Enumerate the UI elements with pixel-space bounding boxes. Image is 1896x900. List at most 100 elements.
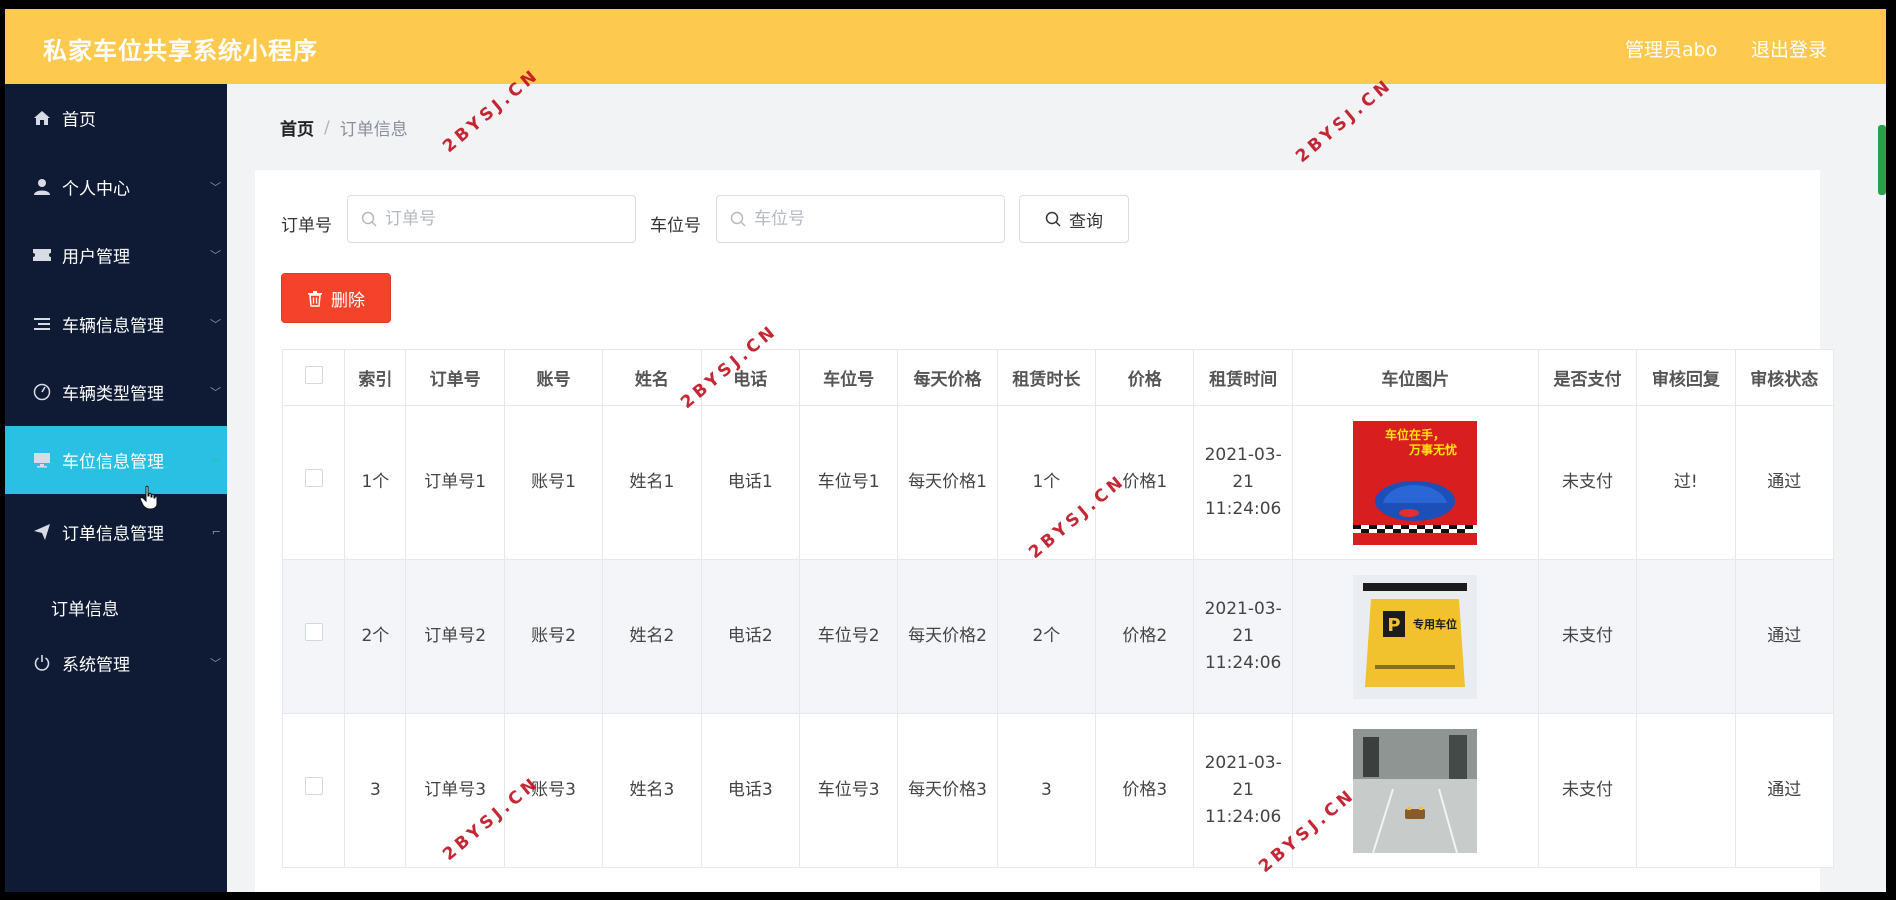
sidebar-item-home[interactable]: 首页: [5, 84, 227, 152]
parking-image-cell: P 专用车位: [1291, 559, 1539, 714]
order-number-field[interactable]: [347, 195, 636, 243]
parking-ad-image[interactable]: 车位在手， 万事无忧: [1353, 420, 1478, 545]
index-cell: 1个: [344, 405, 407, 560]
rental-time-cell: 2021-03-21 11:24:06: [1193, 713, 1293, 868]
account-cell: 账号2: [503, 559, 604, 714]
column-header[interactable]: 订单号: [405, 349, 505, 406]
sidebar-item-profile[interactable]: 个人中心 ﹀: [5, 153, 227, 221]
send-icon: [32, 522, 52, 542]
paid-status-cell: 未支付: [1537, 713, 1638, 868]
search-icon: [1045, 211, 1061, 227]
row-checkbox[interactable]: [304, 623, 323, 641]
chevron-up-icon: ⌐: [211, 525, 221, 539]
price-cell: 价格1: [1095, 405, 1195, 560]
column-header[interactable]: 车位号: [798, 349, 899, 406]
admin-username: 管理员abo: [1625, 39, 1718, 61]
breadcrumb: 首页 / 订单信息: [280, 115, 408, 141]
column-header[interactable]: 账号: [503, 349, 604, 406]
select-all-cell: [281, 349, 346, 406]
sidebar: 首页 个人中心 ﹀ 用户管理 ﹀ 车辆信息管理 ﹀ 车辆类型管理 ﹀ 车位信息管…: [5, 84, 227, 892]
column-header[interactable]: 每天价格: [897, 349, 998, 406]
parking-number-input[interactable]: [754, 209, 974, 229]
column-header[interactable]: 租赁时间: [1193, 349, 1293, 406]
table-row[interactable]: 2个 订单号2 账号2 姓名2 电话2 车位号2 每天价格2 2个 价格2 20…: [281, 559, 1835, 714]
sidebar-subitem-order-info[interactable]: 订单信息: [5, 577, 227, 637]
ticket-icon: [32, 245, 52, 265]
phone-cell: 电话1: [700, 405, 800, 560]
app-title: 私家车位共享系统小程序: [43, 37, 318, 65]
parking-number-cell: 车位号2: [798, 559, 899, 714]
top-header: 私家车位共享系统小程序 管理员abo 退出登录: [5, 9, 1886, 84]
sidebar-item-system[interactable]: 系统管理 ﹀: [5, 629, 227, 697]
table-row[interactable]: 3 订单号3 账号3 姓名3 电话3 车位号3 每天价格3 3 价格3 2021…: [281, 713, 1835, 868]
column-header[interactable]: 租赁时长: [996, 349, 1097, 406]
row-checkbox[interactable]: [304, 777, 323, 795]
sidebar-item-order-management[interactable]: 订单信息管理 ⌐: [5, 498, 227, 566]
sidebar-item-label: 车辆信息管理: [62, 316, 164, 337]
sidebar-item-label: 订单信息管理: [62, 524, 164, 545]
paid-status-cell: 未支付: [1537, 405, 1638, 560]
review-reply-cell: 过!: [1636, 405, 1736, 560]
select-all-checkbox[interactable]: [304, 366, 323, 384]
column-header[interactable]: 价格: [1095, 349, 1195, 406]
table-row[interactable]: 1个 订单号1 账号1 姓名1 电话1 车位号1 每天价格1 1个 价格1 20…: [281, 405, 1835, 560]
row-checkbox[interactable]: [304, 469, 323, 487]
column-header[interactable]: 电话: [700, 349, 800, 406]
trash-icon: [308, 290, 322, 307]
duration-cell: 2个: [996, 559, 1097, 714]
column-header[interactable]: 审核状态: [1734, 349, 1835, 406]
delete-button[interactable]: 删除: [281, 273, 391, 323]
query-button[interactable]: 查询: [1019, 195, 1129, 243]
price-cell: 价格3: [1095, 713, 1195, 868]
chevron-down-icon: ﹀: [210, 181, 221, 194]
sidebar-item-parking-info[interactable]: 车位信息管理 ⌐: [5, 426, 227, 494]
phone-cell: 电话3: [700, 713, 800, 868]
sidebar-item-label: 用户管理: [62, 247, 130, 268]
row-select-cell: [281, 713, 346, 868]
column-header[interactable]: 是否支付: [1537, 349, 1638, 406]
scrollbar-thumb[interactable]: [1878, 125, 1886, 195]
garage-photo-image[interactable]: [1353, 728, 1478, 853]
account-cell: 账号1: [503, 405, 604, 560]
daily-price-cell: 每天价格1: [897, 405, 998, 560]
parking-image-cell: [1291, 713, 1539, 868]
image-caption-1: 车位在手，: [1385, 427, 1445, 442]
query-button-label: 查询: [1069, 211, 1103, 232]
user-icon: [32, 177, 52, 197]
chevron-up-icon: ⌐: [211, 453, 221, 467]
parking-sign-image[interactable]: P 专用车位: [1353, 574, 1478, 699]
order-number-cell: 订单号3: [405, 713, 505, 868]
logout-link[interactable]: 退出登录: [1751, 35, 1827, 62]
review-reply-cell: [1636, 713, 1736, 868]
sidebar-item-label: 车辆类型管理: [62, 384, 164, 405]
column-header[interactable]: 姓名: [602, 349, 702, 406]
column-header[interactable]: 车位图片: [1291, 349, 1539, 406]
orders-table: 索引 订单号 账号 姓名 电话 车位号 每天价格 租赁时长 价格 租赁时间 车位…: [281, 349, 1835, 868]
sidebar-item-vehicle-type[interactable]: 车辆类型管理 ﹀: [5, 358, 227, 426]
parking-image-cell: 车位在手， 万事无忧: [1291, 405, 1539, 560]
sidebar-item-vehicle-info[interactable]: 车辆信息管理 ﹀: [5, 290, 227, 358]
breadcrumb-home[interactable]: 首页: [280, 115, 314, 140]
order-number-input[interactable]: [385, 209, 605, 229]
account-cell: 账号3: [503, 713, 604, 868]
order-number-cell: 订单号1: [405, 405, 505, 560]
sidebar-item-label: 车位信息管理: [62, 452, 164, 473]
review-reply-cell: [1636, 559, 1736, 714]
vertical-scrollbar[interactable]: [1873, 84, 1886, 892]
list-icon: [32, 314, 52, 334]
sidebar-item-users[interactable]: 用户管理 ﹀: [5, 221, 227, 289]
daily-price-cell: 每天价格3: [897, 713, 998, 868]
table-header-row: 索引 订单号 账号 姓名 电话 车位号 每天价格 租赁时长 价格 租赁时间 车位…: [281, 349, 1835, 406]
chevron-down-icon: ﹀: [210, 318, 221, 331]
column-header[interactable]: 索引: [344, 349, 407, 406]
hand-cursor-icon: [139, 485, 158, 510]
duration-cell: 1个: [996, 405, 1097, 560]
review-status-cell: 通过: [1734, 559, 1835, 714]
name-cell: 姓名3: [602, 713, 702, 868]
parking-number-field[interactable]: [716, 195, 1005, 243]
duration-cell: 3: [996, 713, 1097, 868]
gauge-icon: [32, 382, 52, 402]
column-header[interactable]: 审核回复: [1636, 349, 1736, 406]
monitor-icon: [32, 450, 52, 470]
review-status-cell: 通过: [1734, 713, 1835, 868]
